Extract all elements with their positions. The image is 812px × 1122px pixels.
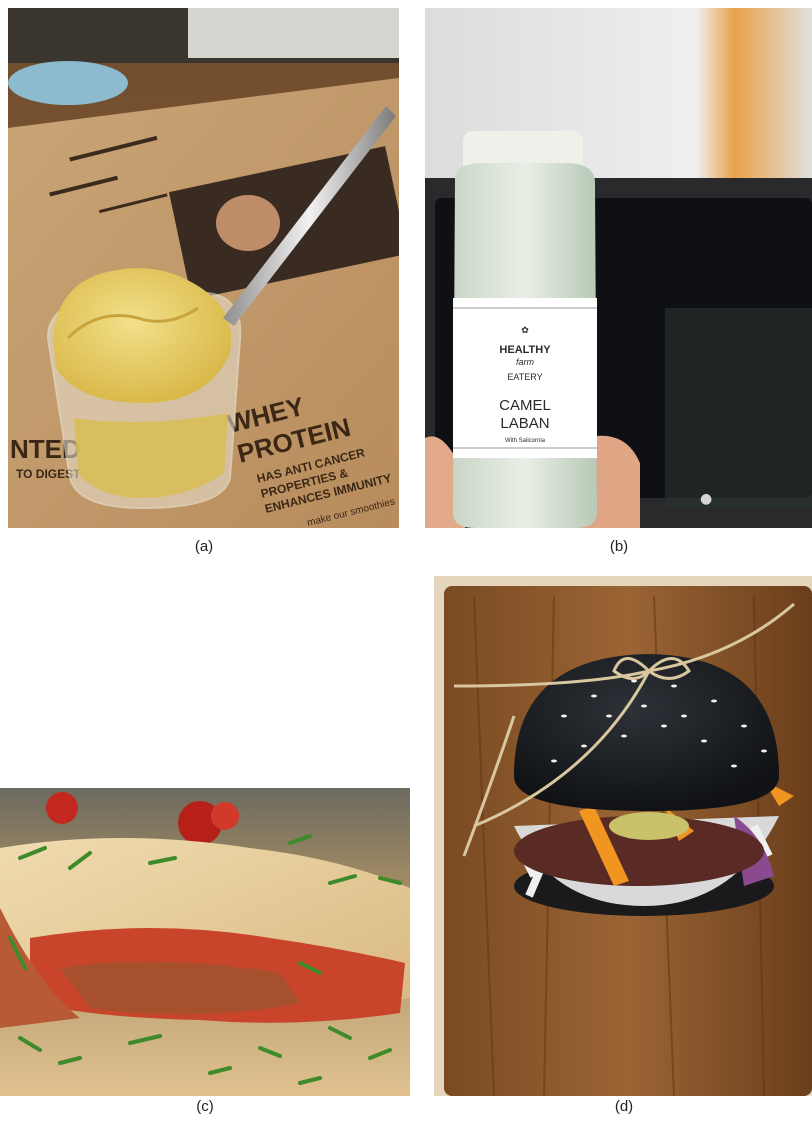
product-subtitle: With Salicornia	[505, 438, 546, 444]
brand-eatery: EATERY	[507, 372, 542, 382]
caption-c: (c)	[196, 1098, 214, 1115]
apple-logo-icon: ●	[700, 491, 712, 507]
lasagna-image	[0, 788, 410, 1096]
panel-a-ice-cream-photo: WHEY PROTEIN HAS ANTI CANCER PROPERTIES …	[8, 8, 399, 555]
panel-c-lasagna-photo: (c)	[0, 788, 410, 1115]
brand-farm: farm	[516, 357, 535, 367]
panel-b-bottle-photo: ● ✿ HEALTHY farm EATERY CAMEL LABAN With…	[425, 8, 812, 555]
bottle-image: ● ✿ HEALTHY farm EATERY CAMEL LABAN With…	[425, 8, 812, 528]
brand-healthy: HEALTHY	[499, 344, 551, 356]
product-camel: CAMEL	[499, 397, 551, 414]
panel-d-burger-photo: (d)	[434, 576, 812, 1115]
burger-image	[434, 576, 812, 1096]
leaf-icon: ✿	[521, 325, 529, 335]
caption-b: (b)	[609, 538, 629, 555]
ice-cream-image: WHEY PROTEIN HAS ANTI CANCER PROPERTIES …	[8, 8, 399, 528]
product-laban: LABAN	[500, 415, 549, 432]
caption-d: (d)	[614, 1098, 634, 1115]
caption-a: (a)	[194, 538, 214, 555]
